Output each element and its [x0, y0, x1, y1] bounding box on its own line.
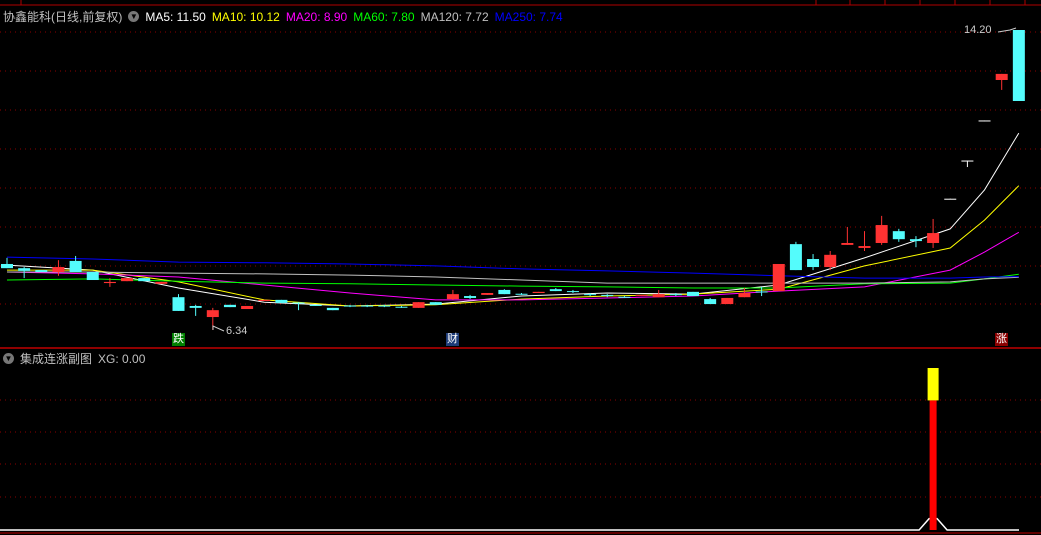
candle-body — [138, 278, 151, 282]
candle-body — [789, 244, 802, 271]
candle-body — [326, 307, 339, 311]
candle-body — [515, 293, 528, 295]
candles — [1, 30, 1025, 331]
price-markers — [212, 27, 1017, 332]
candle-body — [824, 254, 837, 268]
candle-body — [103, 281, 116, 284]
candle-body — [464, 296, 477, 298]
candle-body — [858, 246, 871, 248]
candle-body — [909, 239, 922, 242]
candle-body — [206, 310, 219, 318]
sub-chart — [0, 368, 1019, 531]
candle-body — [189, 305, 202, 308]
candle-body — [652, 294, 665, 298]
ma5-label: MA5: 11.50 — [145, 9, 206, 24]
candle-body — [738, 292, 751, 298]
candle-body — [121, 278, 134, 282]
candle-body — [309, 304, 322, 306]
candle-body — [755, 291, 768, 293]
stock-chart[interactable] — [0, 0, 1041, 535]
candle-body — [601, 294, 614, 296]
candle-body — [875, 225, 888, 243]
signal-bar-red — [929, 400, 937, 530]
moving-averages — [6, 132, 1020, 307]
candle-body — [721, 297, 734, 305]
candle-body — [223, 304, 236, 308]
stock-title: 协鑫能科(日线,前复权) — [3, 10, 123, 24]
candle-body — [687, 291, 699, 297]
main-chart-header: 协鑫能科(日线,前复权) ▼ MA5: 11.50 MA10: 10.12 MA… — [3, 8, 563, 25]
ma60-label: MA60: 7.80 — [353, 9, 415, 24]
candle-body — [584, 294, 597, 296]
top-info-strip — [0, 0, 1041, 6]
candle-body — [378, 305, 391, 307]
candle-body — [927, 233, 940, 243]
candle-body — [361, 305, 374, 307]
chevron-down-icon[interactable]: ▼ — [128, 11, 140, 22]
candle-body — [69, 260, 82, 272]
ma250-label: MA250: 7.74 — [494, 9, 563, 24]
ma120-label: MA120: 7.72 — [420, 9, 489, 24]
candle-body — [481, 292, 494, 295]
candle-body — [635, 294, 648, 297]
candle-body — [258, 299, 271, 302]
candle-body — [395, 306, 408, 308]
sub-chart-header: ▼ 集成连涨副图 XG: 0.00 — [3, 350, 145, 367]
candle-body — [275, 299, 288, 303]
ma-line-ma20 — [6, 231, 1020, 301]
candle-body — [498, 289, 511, 295]
candle-body — [944, 198, 957, 200]
candle-body — [995, 73, 1008, 81]
candle-body — [35, 270, 48, 272]
chevron-down-icon[interactable]: ▼ — [3, 353, 14, 364]
tag-rise[interactable]: 涨 — [995, 333, 1008, 346]
candle-body — [978, 120, 991, 122]
tag-fall[interactable]: 跌 — [172, 333, 185, 346]
candle-body — [429, 302, 442, 305]
ma20-label: MA20: 8.90 — [285, 9, 348, 24]
low-pointer — [212, 325, 225, 332]
candle-body — [1, 263, 13, 269]
candle-body — [412, 302, 425, 308]
candle-body — [292, 302, 305, 304]
tag-finance[interactable]: 财 — [446, 333, 459, 346]
signal-bar-yellow — [927, 368, 939, 401]
candle-body — [618, 296, 631, 298]
candle-body — [155, 281, 168, 284]
candle-body — [892, 231, 905, 240]
candle-body — [841, 242, 854, 245]
candle-body — [1012, 30, 1025, 101]
candle-body — [549, 289, 562, 292]
candle-body — [52, 267, 65, 272]
low-price-label: 6.34 — [226, 325, 248, 337]
candle-body — [961, 160, 974, 162]
high-price-label: 14.20 — [964, 24, 992, 36]
ma-line-ma120 — [7, 271, 1019, 284]
ma10-label: MA10: 10.12 — [211, 9, 280, 24]
sub-chart-title: 集成连涨副图 — [20, 352, 93, 366]
candle-body — [532, 291, 545, 293]
candle-body — [241, 305, 254, 310]
candle-body — [18, 268, 31, 271]
ma-line-ma250 — [6, 256, 1019, 279]
candle-body — [566, 291, 579, 293]
candle-body — [807, 259, 820, 268]
candle-body — [669, 294, 682, 296]
candle-body — [344, 305, 356, 307]
xg-value: XG: 0.00 — [98, 351, 146, 366]
candle-body — [86, 271, 99, 281]
candle-body — [172, 297, 185, 311]
xg-line — [0, 517, 1019, 531]
ma-line-ma10 — [7, 185, 1020, 307]
candle-body — [446, 294, 459, 300]
candle-body — [772, 263, 785, 292]
candle-body — [704, 299, 717, 305]
